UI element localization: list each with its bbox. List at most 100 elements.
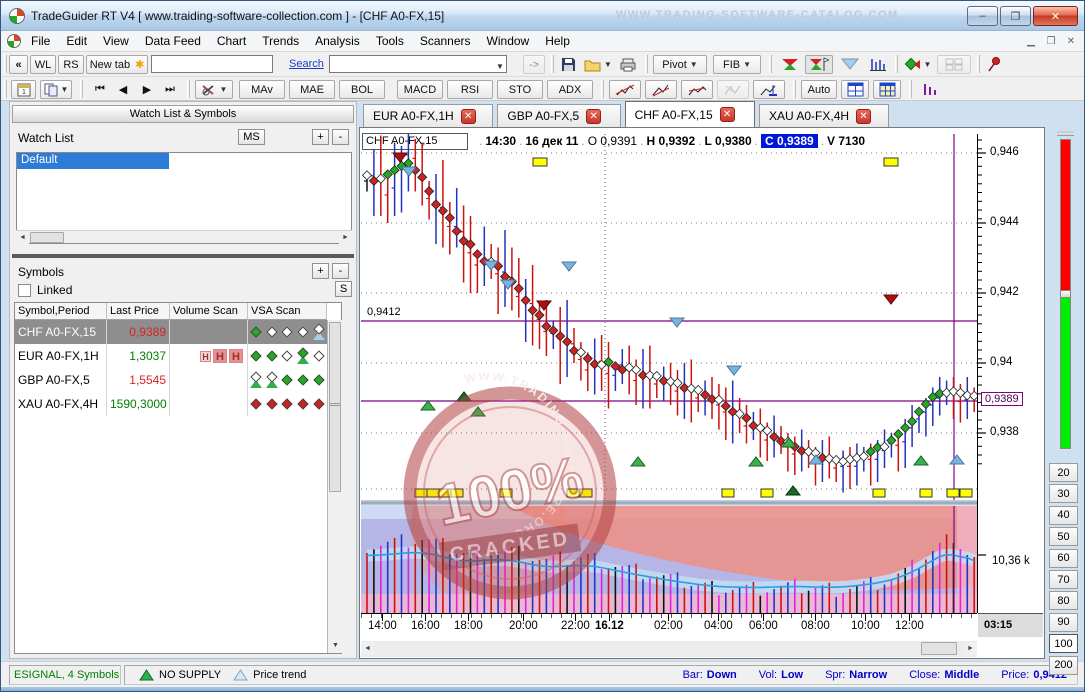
symbol-row-chf-a0-fx-15[interactable]: CHF A0-FX,150,9389 [15, 320, 327, 344]
indicator-rsi-button[interactable]: RSI [447, 80, 493, 99]
menu-edit[interactable]: Edit [58, 32, 95, 50]
tab-eur-a0-fx-1h[interactable]: EUR A0-FX,1H✕ [363, 104, 493, 127]
menu-data-feed[interactable]: Data Feed [137, 32, 209, 50]
menu-scanners[interactable]: Scanners [412, 32, 479, 50]
first-bar-button[interactable]: ⏮ [89, 80, 111, 99]
auto-button[interactable]: Auto [801, 80, 837, 99]
bars-70-button[interactable]: 70 [1049, 570, 1078, 589]
symbols-remove-button[interactable]: - [332, 263, 349, 279]
close-button[interactable]: ✕ [1033, 6, 1078, 26]
supply-signal-icon[interactable] [777, 55, 803, 74]
combo-dropdown-arrow[interactable]: ▼ [493, 57, 507, 76]
slider-track[interactable] [1060, 139, 1071, 449]
price-scale[interactable]: 0,9460,9440,9420,940,938 0,9389 10,36 k … [977, 134, 1043, 613]
menu-chart[interactable]: Chart [209, 32, 254, 50]
menu-tools[interactable]: Tools [368, 32, 412, 50]
column-header-volume-scan[interactable]: Volume Scan [170, 303, 248, 320]
tab-close-icon[interactable]: ✕ [586, 109, 601, 124]
watchlist-item-default[interactable]: Default [17, 153, 169, 169]
mdi-minimize-button[interactable]: ▁ [1022, 34, 1040, 48]
price-trend-signal-icon[interactable] [837, 55, 863, 74]
menu-file[interactable]: File [23, 32, 58, 50]
scroll-thumb[interactable] [30, 232, 64, 243]
supply-flag-signal-icon[interactable] [805, 55, 833, 74]
search-link[interactable]: Search [289, 58, 324, 70]
collapse-watchlist-button[interactable]: « [9, 55, 28, 74]
minimize-button[interactable]: – [967, 6, 998, 26]
table-view-icon[interactable] [873, 80, 901, 99]
trend-tool-1-icon[interactable] [609, 80, 641, 99]
indicator-macd-button[interactable]: MACD [397, 80, 443, 99]
fib-button[interactable]: FIB▼ [713, 55, 761, 74]
ms-button[interactable]: MS [238, 129, 265, 145]
next-bar-button[interactable]: ▶ [137, 80, 157, 99]
volume-chart[interactable] [361, 506, 977, 613]
menu-help[interactable]: Help [537, 32, 578, 50]
maximize-button[interactable]: ❐ [1000, 6, 1031, 26]
scroll-thumb[interactable] [329, 322, 341, 492]
slider-thumb[interactable] [1060, 290, 1071, 298]
chart-hscrollbar[interactable]: ◄ ► [361, 641, 977, 657]
trend-tool-2-icon[interactable] [645, 80, 677, 99]
bars-40-button[interactable]: 40 [1049, 506, 1078, 525]
indicator-mav-button[interactable]: MAv [239, 80, 285, 99]
tab-gbp-a0-fx-5[interactable]: GBP A0-FX,5✕ [497, 104, 620, 127]
watchlist-remove-button[interactable]: - [332, 129, 349, 145]
symbol-row-xau-a0-fx-4h[interactable]: XAU A0-FX,4H1590,3000 [15, 392, 327, 416]
window-grid-icon[interactable] [841, 80, 869, 99]
scroll-thumb[interactable] [921, 642, 957, 655]
tab-close-icon[interactable]: ✕ [720, 107, 735, 122]
tab-close-icon[interactable]: ✕ [461, 109, 476, 124]
tab-chf-a0-fx-15[interactable]: CHF A0-FX,15✕ [625, 101, 755, 127]
print-icon[interactable] [617, 55, 639, 74]
watchlist-add-button[interactable]: + [312, 129, 329, 145]
bars-50-button[interactable]: 50 [1049, 527, 1078, 546]
scroll-down-icon[interactable]: ▼ [329, 639, 342, 652]
symbols-vscrollbar[interactable]: ▼ [327, 320, 342, 653]
menu-trends[interactable]: Trends [254, 32, 307, 50]
price-chart[interactable] [361, 134, 977, 500]
diamond-signal-icon[interactable]: ▼ [901, 55, 933, 74]
column-header-vsa-scan[interactable]: VSA Scan [248, 303, 327, 320]
tab-close-icon[interactable]: ✕ [856, 109, 871, 124]
bars-30-button[interactable]: 30 [1049, 484, 1078, 503]
indicator-mae-button[interactable]: MAE [289, 80, 335, 99]
calendar-icon[interactable]: 1 [11, 80, 36, 99]
symbol-combo[interactable] [329, 55, 507, 73]
column-header-symbol-period[interactable]: Symbol,Period [15, 303, 107, 320]
s-button[interactable]: S [335, 281, 352, 297]
tab-xau-a0-fx-4h[interactable]: XAU A0-FX,4H✕ [759, 104, 889, 127]
mdi-restore-button[interactable]: ❐ [1042, 34, 1060, 48]
trend-tool-3-icon[interactable] [681, 80, 713, 99]
mdi-close-button[interactable]: ✕ [1062, 34, 1080, 48]
menu-view[interactable]: View [95, 32, 137, 50]
histogram-tool-icon[interactable] [865, 55, 891, 74]
pivot-button[interactable]: Pivot▼ [653, 55, 707, 74]
prev-bar-button[interactable]: ◀ [113, 80, 133, 99]
rs-button[interactable]: RS [58, 55, 84, 74]
bars-200-button[interactable]: 200 [1049, 656, 1078, 675]
symbols-add-button[interactable]: + [312, 263, 329, 279]
volume-histogram-icon[interactable] [917, 80, 943, 99]
wl-button[interactable]: WL [30, 55, 56, 74]
watchlist-hscrollbar[interactable]: ◄ ► [16, 230, 352, 243]
symbol-row-eur-a0-fx-1h[interactable]: EUR A0-FX,1H1,3037HHH [15, 344, 327, 368]
menu-analysis[interactable]: Analysis [307, 32, 368, 50]
linked-checkbox[interactable] [18, 284, 31, 297]
bars-80-button[interactable]: 80 [1049, 591, 1078, 610]
scan-tools-button[interactable]: ▼ [195, 80, 233, 99]
quick-symbol-input[interactable] [151, 55, 273, 73]
new-tab-button[interactable]: New tab✱ [86, 55, 148, 74]
scroll-right-icon[interactable]: ► [339, 231, 352, 244]
scroll-right-icon[interactable]: ► [964, 642, 977, 655]
symbol-row-gbp-a0-fx-5[interactable]: GBP A0-FX,51,5545 [15, 368, 327, 392]
bars-20-button[interactable]: 20 [1049, 463, 1078, 482]
last-bar-button[interactable]: ⏭ [159, 80, 181, 99]
menu-window[interactable]: Window [479, 32, 538, 50]
copy-icon[interactable]: ▼ [40, 80, 72, 99]
bars-60-button[interactable]: 60 [1049, 549, 1078, 568]
trend-tool-5-icon[interactable] [753, 80, 785, 99]
bars-100-button[interactable]: 100 [1049, 634, 1078, 653]
indicator-adx-button[interactable]: ADX [547, 80, 593, 99]
scroll-left-icon[interactable]: ◄ [16, 231, 29, 244]
